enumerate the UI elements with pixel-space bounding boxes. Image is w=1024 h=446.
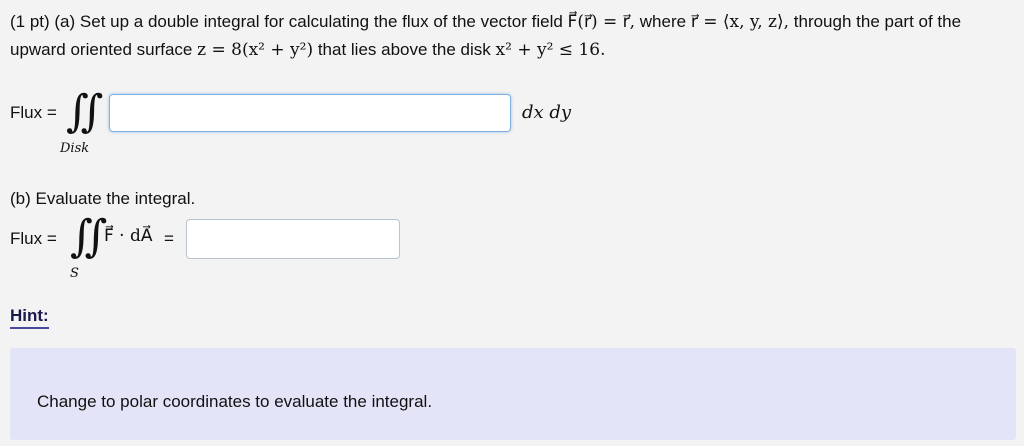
hint-box: Change to polar coordinates to evaluate … [10,348,1016,440]
flux-a-label: Flux = [10,103,57,122]
r-definition: r⃗ = ⟨x, y, z⟩, [690,12,790,32]
integral-b-subscript: S [70,266,79,281]
hint-toggle[interactable]: Hint: [10,306,49,329]
disk-expression: x² + y² ≤ 16. [495,40,606,60]
integral-a-subscript: Disk [60,141,90,156]
field-expression: F⃗(r⃗) = r⃗, [567,12,636,32]
flux-a-integrand-input[interactable] [109,94,511,132]
above-text: that lies above the disk [317,40,491,59]
hint-text: Change to polar coordinates to evaluate … [37,392,433,411]
flux-b-label: Flux = [10,229,57,248]
surface-expression: z = 8(x² + y²) [197,40,314,60]
double-integral-a-sign: ∬ [66,86,104,137]
flux-b-answer-input[interactable] [186,219,400,259]
equals-sign: = [164,229,174,248]
through-text: through the [793,12,880,31]
double-integral-b-sign: ∬ [70,211,108,262]
question-a-prefix: (1 pt) (a) Set up a double integral for … [10,12,563,31]
where-word: where [639,12,687,31]
question-a-text: (1 pt) (a) Set up a double integral for … [10,8,1014,64]
part-b-heading: (b) Evaluate the integral. [10,189,196,208]
differential-dxdy: dx dy [522,102,572,123]
integrand-f-dot-da: F⃗ · dA⃗ [104,226,153,246]
